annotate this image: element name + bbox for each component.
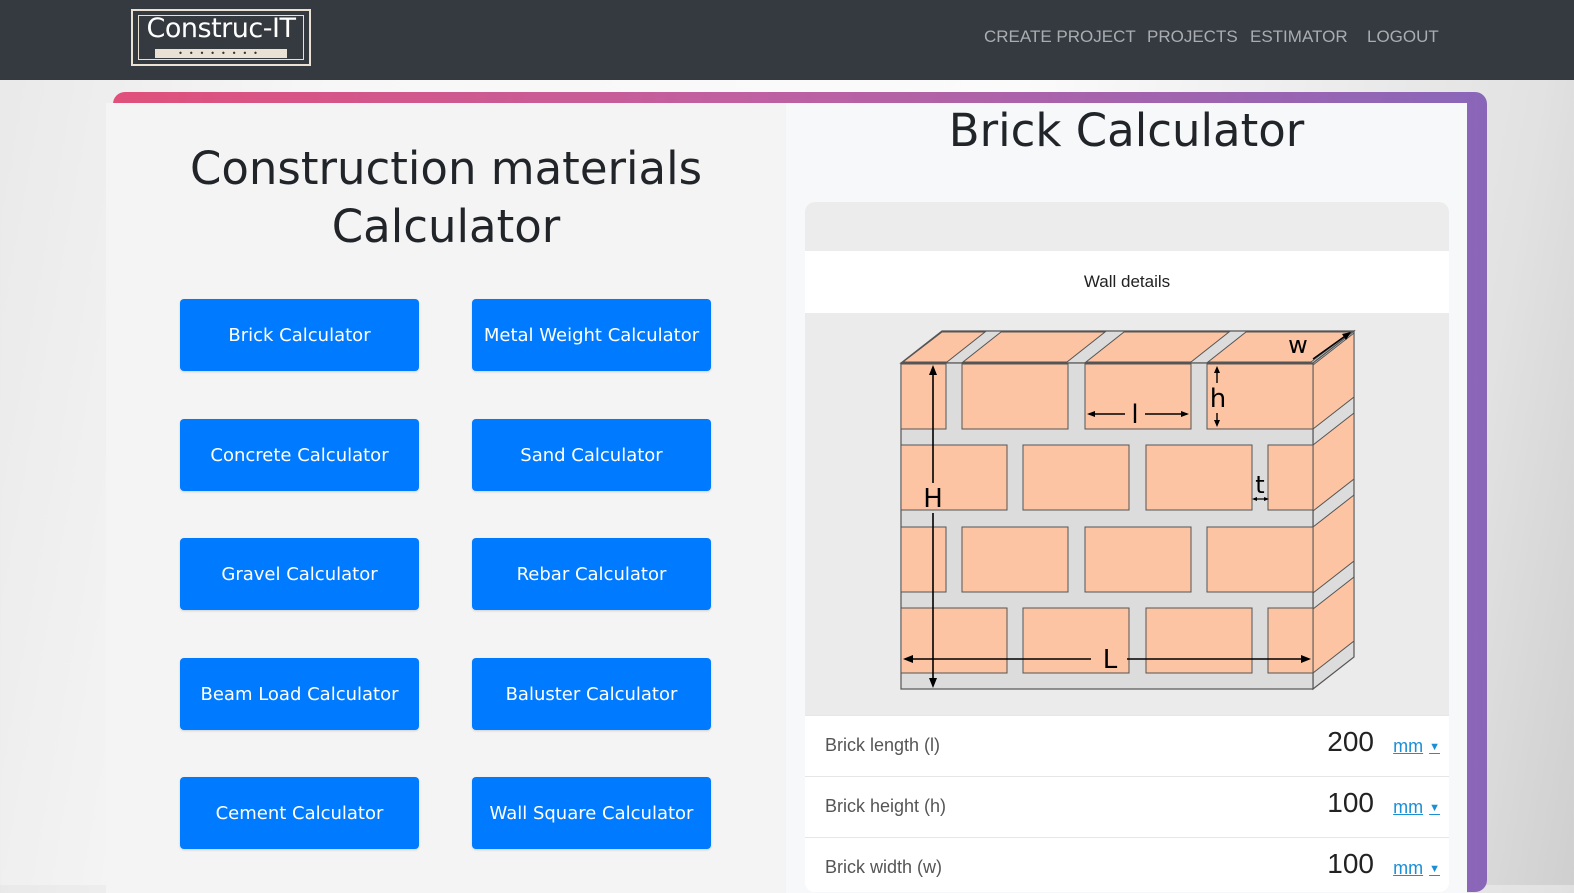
brick-height-unit: mm: [1393, 797, 1424, 817]
brick-length-unit: mm: [1393, 736, 1424, 756]
field-row-brick-height: Brick height (h) 100 mm ▼: [805, 776, 1449, 837]
nav-projects[interactable]: PROJECTS: [1147, 27, 1238, 47]
rebar-calculator-button[interactable]: Rebar Calculator: [472, 538, 711, 610]
caret-down-icon: ▼: [1429, 802, 1440, 814]
field-row-brick-width: Brick width (w) 100 mm ▼: [805, 837, 1449, 892]
dimension-L-label: L: [1103, 645, 1118, 675]
wall-details-heading: Wall details: [1083, 272, 1171, 291]
card-header: [805, 202, 1449, 251]
nav-estimator[interactable]: ESTIMATOR: [1250, 27, 1348, 47]
sand-calculator-button[interactable]: Sand Calculator: [472, 419, 711, 491]
page-title-line1: Construction materials: [189, 142, 703, 195]
beam-load-calculator-button[interactable]: Beam Load Calculator: [180, 658, 419, 730]
dimension-t-label: t: [1255, 471, 1264, 499]
brick-wall-diagram: H L l h t w: [805, 313, 1449, 715]
dimension-w-label: w: [1288, 331, 1308, 359]
baluster-calculator-button[interactable]: Baluster Calculator: [472, 658, 711, 730]
brick-length-label: Brick length (l): [825, 735, 941, 755]
page-title-line2: Calculator: [331, 200, 561, 253]
brick-calculator-title: Brick Calculator: [948, 104, 1305, 157]
nav-links: CREATE PROJECT PROJECTS ESTIMATOR LOGOUT: [0, 27, 1574, 51]
brick-calculator-button[interactable]: Brick Calculator: [180, 299, 419, 371]
brick-width-unit-select[interactable]: mm ▼: [1393, 858, 1440, 879]
brick-wall-illustration: H L l h t w: [899, 329, 1356, 691]
brick-width-label: Brick width (w): [825, 857, 943, 877]
nav-create-project[interactable]: CREATE PROJECT: [984, 27, 1136, 47]
concrete-calculator-button[interactable]: Concrete Calculator: [180, 419, 419, 491]
dimension-l-label: l: [1131, 400, 1138, 430]
brick-length-input[interactable]: 200: [1327, 726, 1374, 758]
cement-calculator-button[interactable]: Cement Calculator: [180, 777, 419, 849]
field-row-brick-length: Brick length (l) 200 mm ▼: [805, 715, 1449, 776]
dimension-H-label: H: [923, 484, 943, 514]
brick-height-unit-select[interactable]: mm ▼: [1393, 797, 1440, 818]
navbar: Construc-IT •••••••• CREATE PROJECT PROJ…: [0, 0, 1574, 80]
caret-down-icon: ▼: [1429, 863, 1440, 875]
page-title: Construction materials Calculator: [106, 140, 786, 256]
wall-square-calculator-button[interactable]: Wall Square Calculator: [472, 777, 711, 849]
metal-weight-calculator-button[interactable]: Metal Weight Calculator: [472, 299, 711, 371]
brick-length-unit-select[interactable]: mm ▼: [1393, 736, 1440, 757]
brick-width-input[interactable]: 100: [1327, 848, 1374, 880]
dimension-h-label: h: [1210, 384, 1226, 414]
caret-down-icon: ▼: [1429, 741, 1440, 753]
brick-height-input[interactable]: 100: [1327, 787, 1374, 819]
brick-height-label: Brick height (h): [825, 796, 947, 816]
calculator-card: Wall details H L l h t w Brick length (l…: [805, 202, 1449, 892]
nav-logout[interactable]: LOGOUT: [1367, 27, 1439, 47]
gravel-calculator-button[interactable]: Gravel Calculator: [180, 538, 419, 610]
brick-width-unit: mm: [1393, 858, 1424, 878]
